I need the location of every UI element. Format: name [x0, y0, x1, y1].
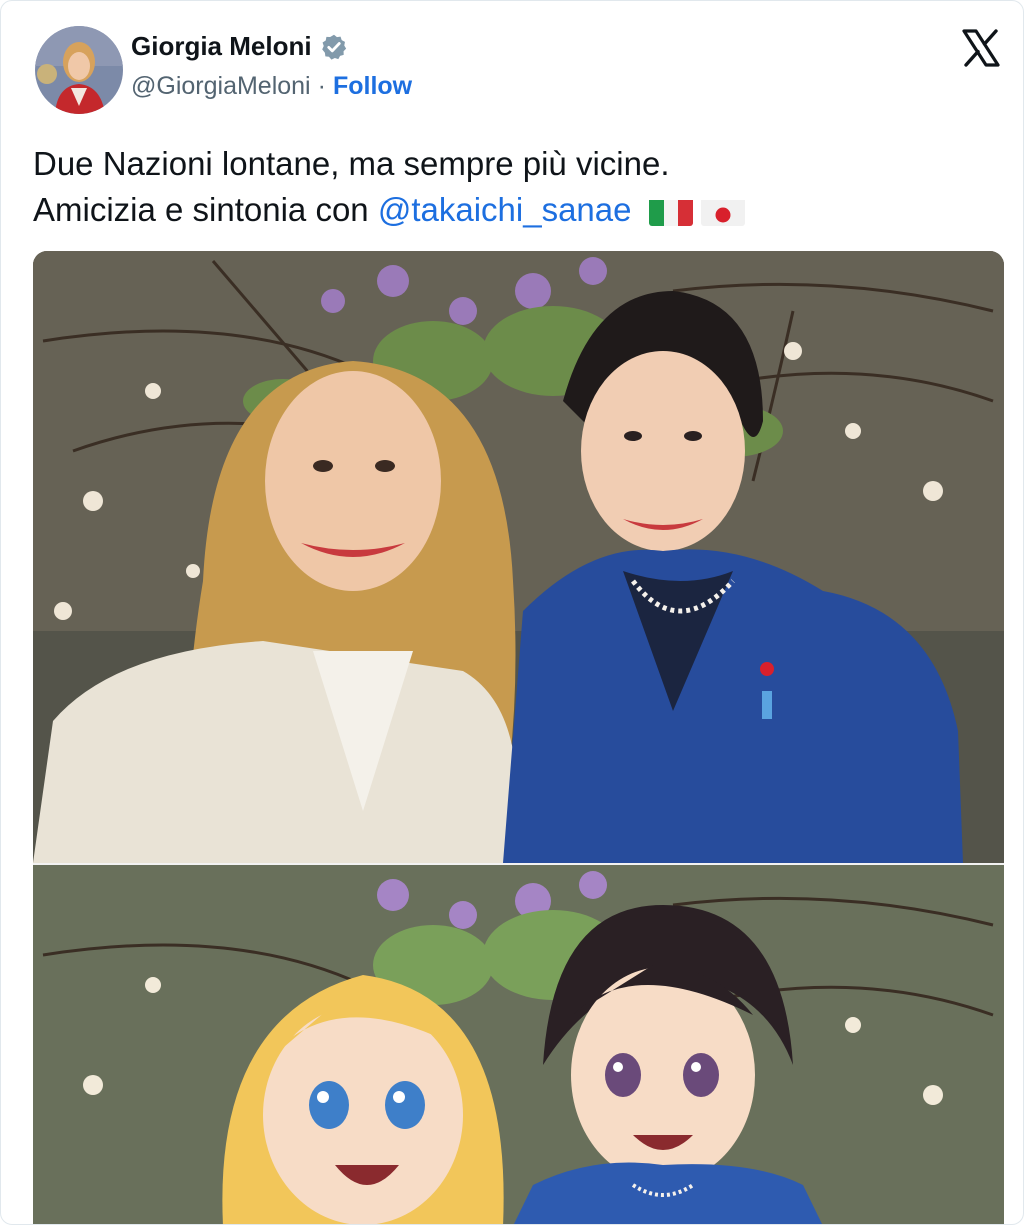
- author-name-row: Giorgia Meloni: [131, 31, 348, 62]
- verified-badge-icon: [321, 34, 346, 60]
- x-logo-icon[interactable]: [961, 29, 1001, 67]
- tweet-line-2: Amicizia e sintonia con @takaichi_sanae: [33, 187, 745, 233]
- tweet-text: Due Nazioni lontane, ma sempre più vicin…: [33, 141, 745, 233]
- italy-flag-icon: [648, 196, 693, 226]
- tweet-line-1: Due Nazioni lontane, ma sempre più vicin…: [33, 145, 670, 182]
- follow-button[interactable]: Follow: [333, 72, 412, 101]
- tweet-line-2-text: Amicizia e sintonia con: [33, 191, 378, 228]
- anime-illustration[interactable]: [33, 865, 1004, 1225]
- selfie-photo[interactable]: [33, 251, 1004, 863]
- separator-dot: ·: [317, 72, 326, 100]
- japan-flag-icon: [700, 196, 745, 226]
- mention-link[interactable]: @takaichi_sanae: [378, 191, 632, 228]
- author-handle-row: @GiorgiaMeloni · Follow: [131, 72, 412, 101]
- tweet-card: Giorgia Meloni @GiorgiaMeloni · Follow D…: [0, 0, 1024, 1225]
- author-name[interactable]: Giorgia Meloni: [131, 31, 312, 62]
- author-handle[interactable]: @GiorgiaMeloni: [131, 72, 311, 101]
- tweet-media[interactable]: [33, 251, 1004, 1225]
- author-avatar[interactable]: [35, 26, 123, 114]
